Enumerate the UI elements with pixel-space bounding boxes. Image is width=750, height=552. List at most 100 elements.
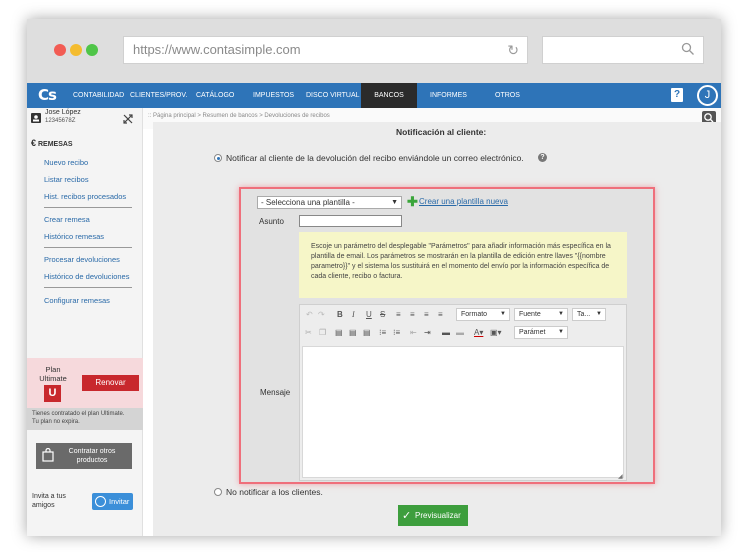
euro-icon: € (31, 138, 37, 148)
plus-icon[interactable]: ✚ (407, 195, 418, 208)
asunto-label: Asunto (259, 217, 284, 226)
template-select-value: - Selecciona una plantilla - (261, 198, 355, 207)
plan-info-line: Tienes contratado el plan Ultimate. (32, 411, 125, 417)
nav-informes[interactable]: INFORMES (430, 83, 467, 108)
align-left-icon[interactable]: ≡ (396, 309, 401, 321)
paste-word-icon[interactable]: ▤ (363, 327, 371, 339)
font-dropdown[interactable]: Fuente ▼ (514, 308, 568, 321)
contratar-label-2: productos (76, 457, 108, 464)
invitar-button[interactable]: Invitar (92, 493, 133, 510)
plan-info: Tienes contratado el plan Ultimate. Tu p… (27, 408, 143, 430)
link-icon[interactable]: ▬ (442, 327, 450, 339)
align-center-icon[interactable]: ≡ (410, 309, 415, 321)
resize-handle-icon[interactable]: ◢ (618, 471, 623, 483)
template-select[interactable]: - Selecciona una plantilla - ▼ (257, 196, 402, 209)
paste-icon[interactable]: ▤ (335, 327, 343, 339)
nav-otros[interactable]: OTROS (495, 83, 520, 108)
invita-line-1: Invita a tus (32, 493, 66, 500)
app-logo[interactable]: Cs (38, 86, 57, 104)
address-bar[interactable]: https://www.contasimple.com ↻ (123, 36, 528, 64)
chevron-down-icon: ▼ (596, 311, 602, 317)
sidebar-item-historico-remesas[interactable]: Histórico remesas (44, 232, 104, 241)
parameters-dropdown-value: Parámet (519, 329, 546, 336)
align-right-icon[interactable]: ≡ (424, 309, 429, 321)
copy-icon[interactable]: ❐ (319, 327, 326, 339)
format-dropdown[interactable]: Formato ▼ (456, 308, 510, 321)
maximize-window-button[interactable] (86, 44, 98, 56)
outdent-icon[interactable]: ⇤ (410, 327, 417, 339)
nav-clientes-prov[interactable]: CLIENTES/PROV. (130, 83, 187, 108)
strikethrough-icon[interactable]: S (380, 309, 385, 321)
unlink-icon[interactable]: ▬ (456, 327, 464, 339)
invitar-label: Invitar (109, 497, 130, 506)
sidebar-item-historico-devoluciones[interactable]: Histórico de devoluciones (44, 272, 129, 281)
bulleted-list-icon[interactable]: ⁝≡ (379, 327, 386, 339)
browser-search-input[interactable] (542, 36, 704, 64)
shopping-bag-icon (42, 448, 54, 462)
background-color-icon[interactable]: ▣▾ (490, 327, 502, 339)
italic-icon[interactable]: I (352, 309, 355, 321)
switch-user-icon[interactable] (123, 114, 133, 124)
redo-icon[interactable]: ↷ (318, 309, 325, 321)
minimize-window-button[interactable] (70, 44, 82, 56)
nav-bancos[interactable]: BANCOS (361, 83, 417, 108)
sidebar-item-listar-recibos[interactable]: Listar recibos (44, 175, 89, 184)
chevron-down-icon: ▼ (500, 311, 506, 317)
user-id: 12345678Z (45, 118, 76, 124)
plan-badge: U (44, 385, 61, 402)
section-title: € REMESAS (31, 138, 73, 148)
nav-catalogo[interactable]: CATÁLOGO (196, 83, 234, 108)
nav-impuestos[interactable]: IMPUESTOS (253, 83, 294, 108)
template-panel: - Selecciona una plantilla - ▼ ✚ Crear u… (239, 187, 655, 484)
format-dropdown-value: Formato (461, 311, 488, 318)
sidebar-divider (44, 247, 132, 248)
sidebar-item-hist-recibos[interactable]: Hist. recibos procesados (44, 192, 126, 201)
chevron-down-icon: ▼ (391, 199, 398, 206)
avatar[interactable]: J (697, 85, 718, 106)
bold-icon[interactable]: B (337, 309, 343, 321)
check-icon: ✓ (402, 510, 412, 522)
sidebar-item-configurar-remesas[interactable]: Configurar remesas (44, 296, 110, 305)
no-notify-radio-label[interactable]: No notificar a los clientes. (226, 487, 323, 497)
nav-disco-virtual[interactable]: DISCO VIRTUAL (306, 83, 360, 108)
top-navigation: Cs CONTABILIDAD CLIENTES/PROV. CATÁLOGO … (27, 83, 721, 108)
create-template-link[interactable]: Crear una plantilla nueva (419, 197, 508, 206)
paste-text-icon[interactable]: ▤ (349, 327, 357, 339)
asunto-input[interactable] (299, 215, 402, 227)
notify-radio[interactable] (214, 154, 222, 162)
numbered-list-icon[interactable]: ⁝≡ (393, 327, 400, 339)
notification-title: Notificación al cliente: (396, 127, 487, 137)
help-icon[interactable]: ? (538, 153, 547, 162)
notify-radio-label[interactable]: Notificar al cliente de la devolución de… (226, 153, 524, 163)
close-window-button[interactable] (54, 44, 66, 56)
size-dropdown[interactable]: Ta... ▼ (572, 308, 606, 321)
section-title-label: REMESAS (37, 141, 73, 148)
user-info: Jose López 12345678Z (27, 108, 143, 130)
help-icon[interactable]: ? (671, 88, 683, 102)
sidebar-item-crear-remesa[interactable]: Crear remesa (44, 215, 90, 224)
align-justify-icon[interactable]: ≡ (438, 309, 443, 321)
user-card-icon (31, 113, 41, 123)
undo-icon[interactable]: ↶ (306, 309, 313, 321)
message-editor-area[interactable] (302, 346, 624, 478)
address-bar-text: https://www.contasimple.com (133, 42, 301, 57)
chevron-down-icon: ▼ (558, 311, 564, 317)
sidebar-item-nuevo-recibo[interactable]: Nuevo recibo (44, 158, 88, 167)
no-notify-radio[interactable] (214, 488, 222, 496)
plan-box: Plan Ultimate U Renovar (27, 358, 143, 408)
breadcrumb[interactable]: :: Página principal > Resumen de bancos … (148, 113, 330, 119)
reload-icon[interactable]: ↻ (507, 37, 519, 63)
renovar-button[interactable]: Renovar (82, 375, 139, 391)
sidebar-divider (44, 287, 132, 288)
rich-text-editor: ↶ ↷ B I U S ≡ ≡ ≡ ≡ Formato ▼ Fuente ▼ Ta.… (299, 304, 627, 481)
nav-contabilidad[interactable]: CONTABILIDAD (73, 83, 124, 108)
contratar-otros-button[interactable]: Contratar otros productos (36, 443, 132, 469)
cut-icon[interactable]: ✂ (305, 327, 312, 339)
parameters-dropdown[interactable]: Parámet ▼ (514, 326, 568, 339)
text-color-icon[interactable]: A▾ (474, 327, 483, 339)
underline-icon[interactable]: U (366, 309, 372, 321)
indent-icon[interactable]: ⇥ (424, 327, 431, 339)
sidebar-item-procesar-devoluciones[interactable]: Procesar devoluciones (44, 255, 120, 264)
preview-button[interactable]: ✓ Previsualizar (398, 505, 468, 526)
contratar-label-1: Contratar otros (68, 448, 116, 455)
